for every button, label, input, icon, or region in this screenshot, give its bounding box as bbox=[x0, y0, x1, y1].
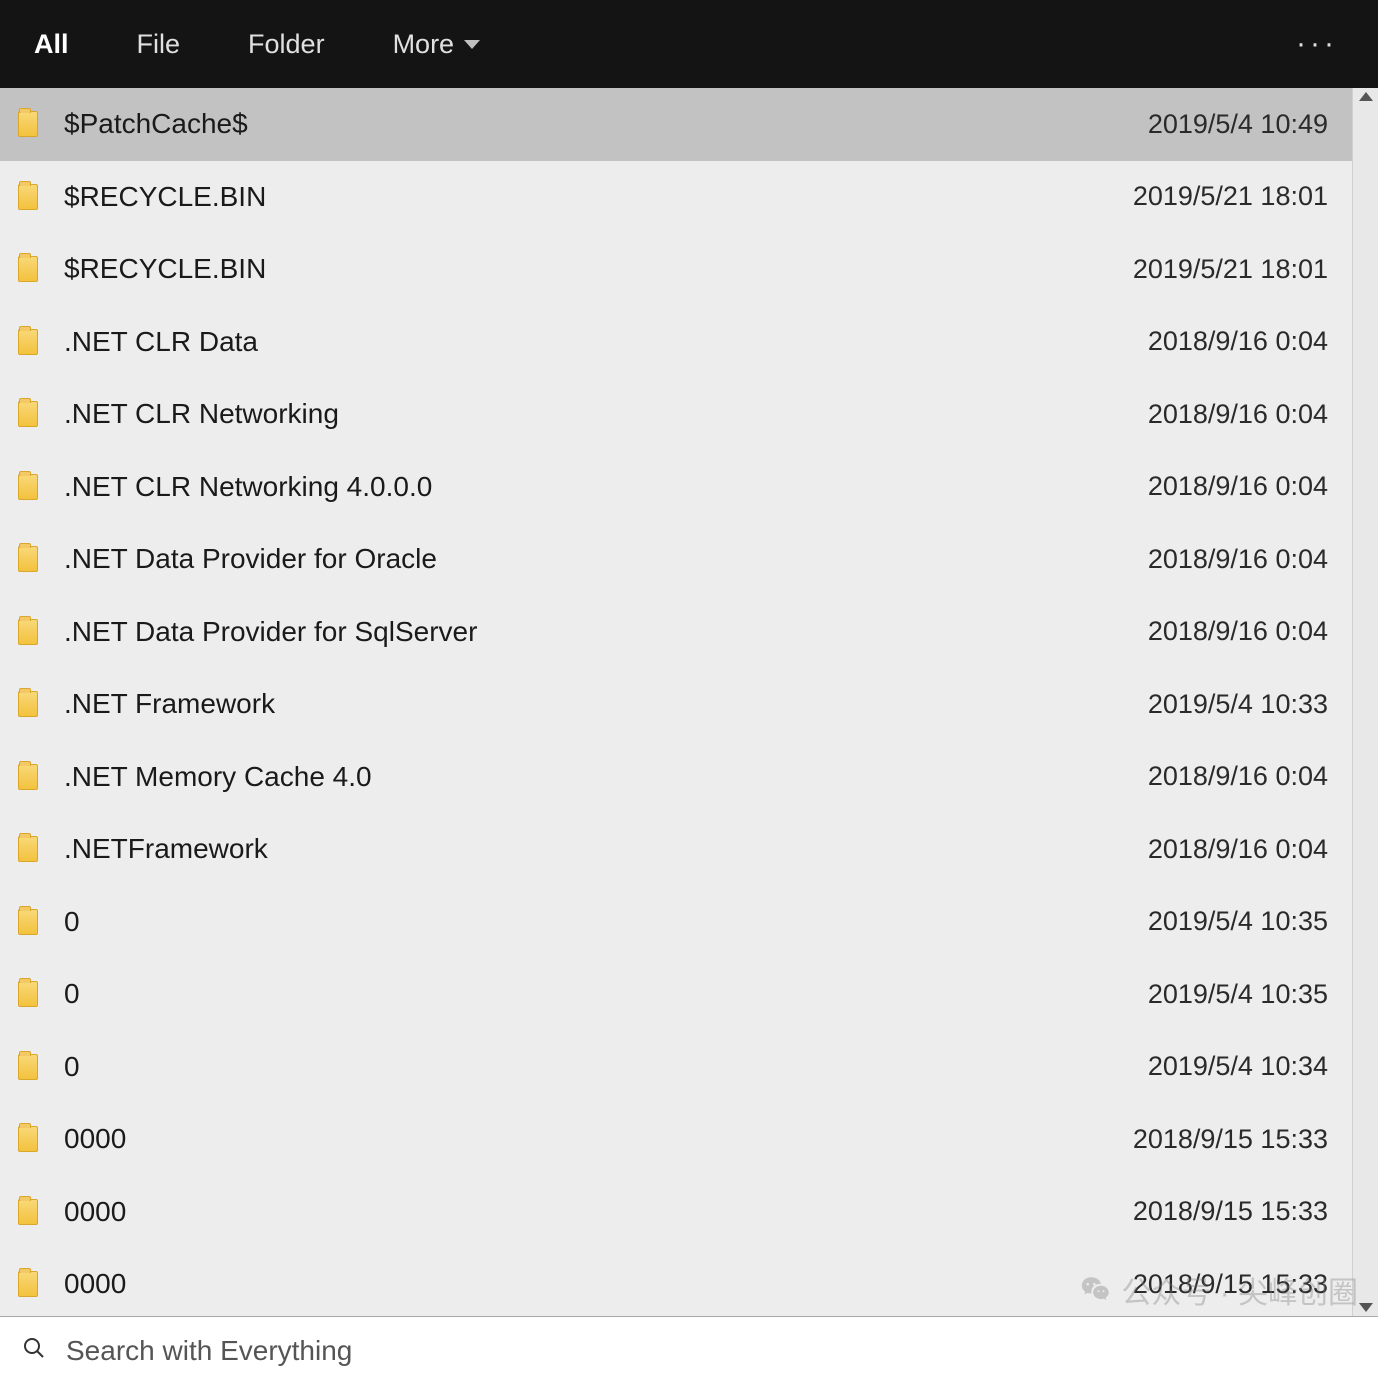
list-item[interactable]: 00002018/9/15 15:33 bbox=[0, 1103, 1352, 1176]
tab-more[interactable]: More bbox=[389, 21, 485, 68]
list-item[interactable]: 02019/5/4 10:34 bbox=[0, 1031, 1352, 1104]
item-date: 2018/9/15 15:33 bbox=[1133, 1196, 1334, 1227]
item-date: 2019/5/4 10:35 bbox=[1148, 906, 1334, 937]
file-list: $PatchCache$2019/5/4 10:49$RECYCLE.BIN20… bbox=[0, 88, 1352, 1316]
list-item[interactable]: 00002018/9/15 15:33 bbox=[0, 1176, 1352, 1249]
scroll-up-icon[interactable] bbox=[1359, 92, 1373, 101]
list-item[interactable]: .NET CLR Networking 4.0.0.02018/9/16 0:0… bbox=[0, 451, 1352, 524]
item-name: 0 bbox=[64, 978, 1148, 1010]
list-item[interactable]: .NET Data Provider for SqlServer2018/9/1… bbox=[0, 596, 1352, 669]
folder-icon bbox=[18, 619, 38, 645]
item-name: .NET CLR Networking 4.0.0.0 bbox=[64, 471, 1148, 503]
list-item[interactable]: .NET CLR Data2018/9/16 0:04 bbox=[0, 306, 1352, 379]
tab-more-label: More bbox=[393, 29, 455, 60]
item-date: 2018/9/16 0:04 bbox=[1148, 616, 1334, 647]
list-item[interactable]: $RECYCLE.BIN2019/5/21 18:01 bbox=[0, 161, 1352, 234]
item-name: $RECYCLE.BIN bbox=[64, 253, 1133, 285]
tab-file[interactable]: File bbox=[133, 21, 185, 68]
item-date: 2019/5/4 10:35 bbox=[1148, 979, 1334, 1010]
item-date: 2019/5/21 18:01 bbox=[1133, 181, 1334, 212]
folder-icon bbox=[18, 329, 38, 355]
folder-icon bbox=[18, 474, 38, 500]
list-item[interactable]: .NET CLR Networking2018/9/16 0:04 bbox=[0, 378, 1352, 451]
item-date: 2019/5/4 10:49 bbox=[1148, 109, 1334, 140]
list-item[interactable]: 02019/5/4 10:35 bbox=[0, 958, 1352, 1031]
scrollbar[interactable] bbox=[1352, 88, 1378, 1316]
item-name: .NET Data Provider for Oracle bbox=[64, 543, 1148, 575]
item-date: 2019/5/4 10:33 bbox=[1148, 689, 1334, 720]
folder-icon bbox=[18, 256, 38, 282]
item-name: $RECYCLE.BIN bbox=[64, 181, 1133, 213]
search-input[interactable] bbox=[66, 1335, 1356, 1367]
item-name: .NET Framework bbox=[64, 688, 1148, 720]
item-name: .NET Memory Cache 4.0 bbox=[64, 761, 1148, 793]
item-date: 2018/9/16 0:04 bbox=[1148, 834, 1334, 865]
list-item[interactable]: $RECYCLE.BIN2019/5/21 18:01 bbox=[0, 233, 1352, 306]
folder-icon bbox=[18, 764, 38, 790]
item-date: 2019/5/4 10:34 bbox=[1148, 1051, 1334, 1082]
list-item[interactable]: .NET Data Provider for Oracle2018/9/16 0… bbox=[0, 523, 1352, 596]
list-item[interactable]: .NETFramework2018/9/16 0:04 bbox=[0, 813, 1352, 886]
item-name: 0000 bbox=[64, 1123, 1133, 1155]
item-name: 0 bbox=[64, 906, 1148, 938]
item-name: .NETFramework bbox=[64, 833, 1148, 865]
list-item[interactable]: 00002018/9/15 15:33 bbox=[0, 1248, 1352, 1316]
folder-icon bbox=[18, 909, 38, 935]
folder-icon bbox=[18, 1199, 38, 1225]
folder-icon bbox=[18, 691, 38, 717]
item-date: 2018/9/16 0:04 bbox=[1148, 761, 1334, 792]
item-date: 2018/9/15 15:33 bbox=[1133, 1124, 1334, 1155]
list-item[interactable]: .NET Framework2019/5/4 10:33 bbox=[0, 668, 1352, 741]
item-date: 2018/9/16 0:04 bbox=[1148, 471, 1334, 502]
chevron-down-icon bbox=[464, 40, 480, 49]
tab-all[interactable]: All bbox=[30, 21, 73, 68]
search-bar bbox=[0, 1316, 1378, 1384]
item-name: .NET CLR Data bbox=[64, 326, 1148, 358]
item-name: .NET Data Provider for SqlServer bbox=[64, 616, 1148, 648]
content-area: $PatchCache$2019/5/4 10:49$RECYCLE.BIN20… bbox=[0, 88, 1378, 1316]
scroll-down-icon[interactable] bbox=[1359, 1303, 1373, 1312]
item-name: 0000 bbox=[64, 1196, 1133, 1228]
tab-folder[interactable]: Folder bbox=[244, 21, 329, 68]
list-item[interactable]: .NET Memory Cache 4.02018/9/16 0:04 bbox=[0, 741, 1352, 814]
item-date: 2018/9/16 0:04 bbox=[1148, 326, 1334, 357]
list-item[interactable]: $PatchCache$2019/5/4 10:49 bbox=[0, 88, 1352, 161]
toolbar-tabs: All File Folder More bbox=[30, 21, 484, 68]
item-name: 0000 bbox=[64, 1268, 1133, 1300]
folder-icon bbox=[18, 1271, 38, 1297]
item-date: 2018/9/15 15:33 bbox=[1133, 1269, 1334, 1300]
search-icon bbox=[22, 1336, 46, 1365]
folder-icon bbox=[18, 184, 38, 210]
list-item[interactable]: 02019/5/4 10:35 bbox=[0, 886, 1352, 959]
item-date: 2018/9/16 0:04 bbox=[1148, 399, 1334, 430]
toolbar: All File Folder More ··· bbox=[0, 0, 1378, 88]
folder-icon bbox=[18, 981, 38, 1007]
item-date: 2018/9/16 0:04 bbox=[1148, 544, 1334, 575]
folder-icon bbox=[18, 1126, 38, 1152]
folder-icon bbox=[18, 836, 38, 862]
folder-icon bbox=[18, 111, 38, 137]
item-date: 2019/5/21 18:01 bbox=[1133, 254, 1334, 285]
overflow-menu-button[interactable]: ··· bbox=[1296, 27, 1348, 61]
folder-icon bbox=[18, 401, 38, 427]
item-name: .NET CLR Networking bbox=[64, 398, 1148, 430]
folder-icon bbox=[18, 1054, 38, 1080]
item-name: $PatchCache$ bbox=[64, 108, 1148, 140]
item-name: 0 bbox=[64, 1051, 1148, 1083]
folder-icon bbox=[18, 546, 38, 572]
